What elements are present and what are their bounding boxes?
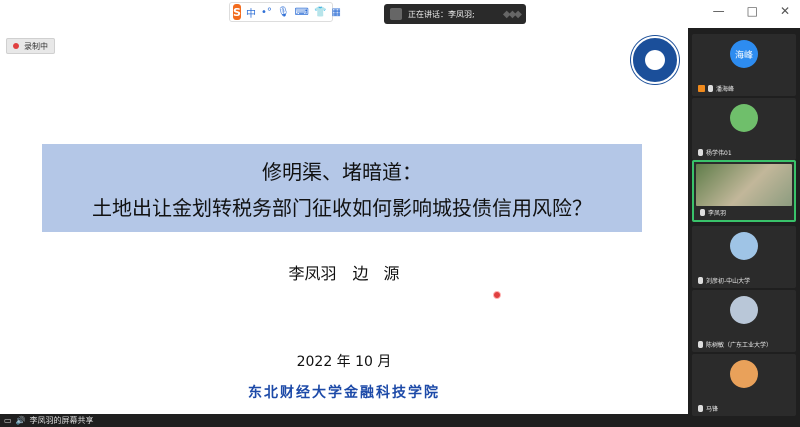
participant-tile-active[interactable]: 李凤羽 <box>692 160 796 222</box>
participant-name: 杨学伟01 <box>698 148 732 157</box>
avatar <box>730 232 758 260</box>
top-bar: S 中 •° 🎙 ⌨ 👕 ▦ 正在讲话：李凤羽; ◆◆◆ — □ ✕ <box>0 0 800 28</box>
participant-name: 刘彦初-中山大学 <box>698 276 750 285</box>
slide-title-line2: 土地出让金划转税务部门征收如何影响城投债信用风险？ <box>92 196 592 220</box>
mic-icon <box>708 85 713 92</box>
speaking-label: 正在讲话：李凤羽; <box>408 9 475 19</box>
meeting-window: S 中 •° 🎙 ⌨ 👕 ▦ 正在讲话：李凤羽; ◆◆◆ — □ ✕ 录制中 修… <box>0 0 800 427</box>
sogou-logo-icon[interactable]: S <box>233 4 241 20</box>
laser-pointer-icon <box>493 291 501 299</box>
participant-tile[interactable]: 陈树敏（广东工业大学） <box>692 290 796 352</box>
close-button[interactable]: ✕ <box>780 4 790 18</box>
participant-tile[interactable]: 海峰 潘海峰 <box>692 34 796 96</box>
share-label: 李凤羽的屏幕共享 <box>29 416 94 425</box>
participant-name: 马锋 <box>698 404 718 413</box>
slide-title-box: 修明渠、堵暗道： 土地出让金划转税务部门征收如何影响城投债信用风险？ <box>42 144 642 232</box>
avatar <box>730 360 758 388</box>
participant-name: 陈树敏（广东工业大学） <box>698 340 772 349</box>
mic-icon <box>698 341 703 348</box>
share-status-bar: ▭ 🔊 李凤羽的屏幕共享 <box>0 414 688 427</box>
minimize-button[interactable]: — <box>713 4 725 18</box>
university-seal-icon <box>631 36 679 84</box>
mic-icon <box>698 149 703 156</box>
participant-panel: 海峰 潘海峰 杨学伟01 李凤羽 刘彦初-中山大学 陈树敏（广东工业大学） 马锋 <box>688 28 800 427</box>
maximize-button[interactable]: □ <box>747 4 758 18</box>
avatar: 海峰 <box>730 40 758 68</box>
speaker-avatar <box>390 8 402 20</box>
waveform-icon: ◆◆◆ <box>502 8 522 20</box>
shared-screen: 录制中 修明渠、堵暗道： 土地出让金划转税务部门征收如何影响城投债信用风险？ 李… <box>0 28 688 414</box>
grid-icon[interactable]: ▦ <box>331 7 340 18</box>
speaking-indicator: 正在讲话：李凤羽; ◆◆◆ <box>384 4 526 24</box>
keyboard-icon[interactable]: ⌨ <box>295 7 309 18</box>
window-controls: — □ ✕ <box>713 4 790 18</box>
recording-badge[interactable]: 录制中 <box>6 38 55 54</box>
shirt-icon[interactable]: 👕 <box>314 7 326 18</box>
slide-authors: 李凤羽 边 源 <box>288 264 400 283</box>
punctuation-icon[interactable]: •° <box>261 7 272 18</box>
recording-label: 录制中 <box>24 41 48 51</box>
recording-dot-icon <box>13 43 19 49</box>
mic-icon <box>698 405 703 412</box>
mic-icon[interactable]: 🎙 <box>277 7 290 18</box>
audio-icon: 🔊 <box>15 416 26 425</box>
ime-mode[interactable]: 中 <box>246 5 256 20</box>
slide-title-line1: 修明渠、堵暗道： <box>262 160 422 184</box>
slide-school: 东北财经大学金融科技学院 <box>248 385 440 401</box>
participant-name: 李凤羽 <box>700 208 726 217</box>
host-badge-icon <box>698 85 705 92</box>
mic-icon <box>700 209 705 216</box>
participant-name: 潘海峰 <box>698 84 734 93</box>
slide-date: 2022 年 10 月 <box>296 354 392 370</box>
screen-share-icon: ▭ <box>4 416 12 425</box>
ime-toolbar[interactable]: S 中 •° 🎙 ⌨ 👕 ▦ <box>229 2 341 22</box>
participant-tile[interactable]: 杨学伟01 <box>692 98 796 160</box>
avatar <box>730 296 758 324</box>
participant-video <box>696 164 792 206</box>
participant-tile[interactable]: 马锋 <box>692 354 796 416</box>
mic-icon <box>698 277 703 284</box>
participant-tile[interactable]: 刘彦初-中山大学 <box>692 226 796 288</box>
avatar <box>730 104 758 132</box>
